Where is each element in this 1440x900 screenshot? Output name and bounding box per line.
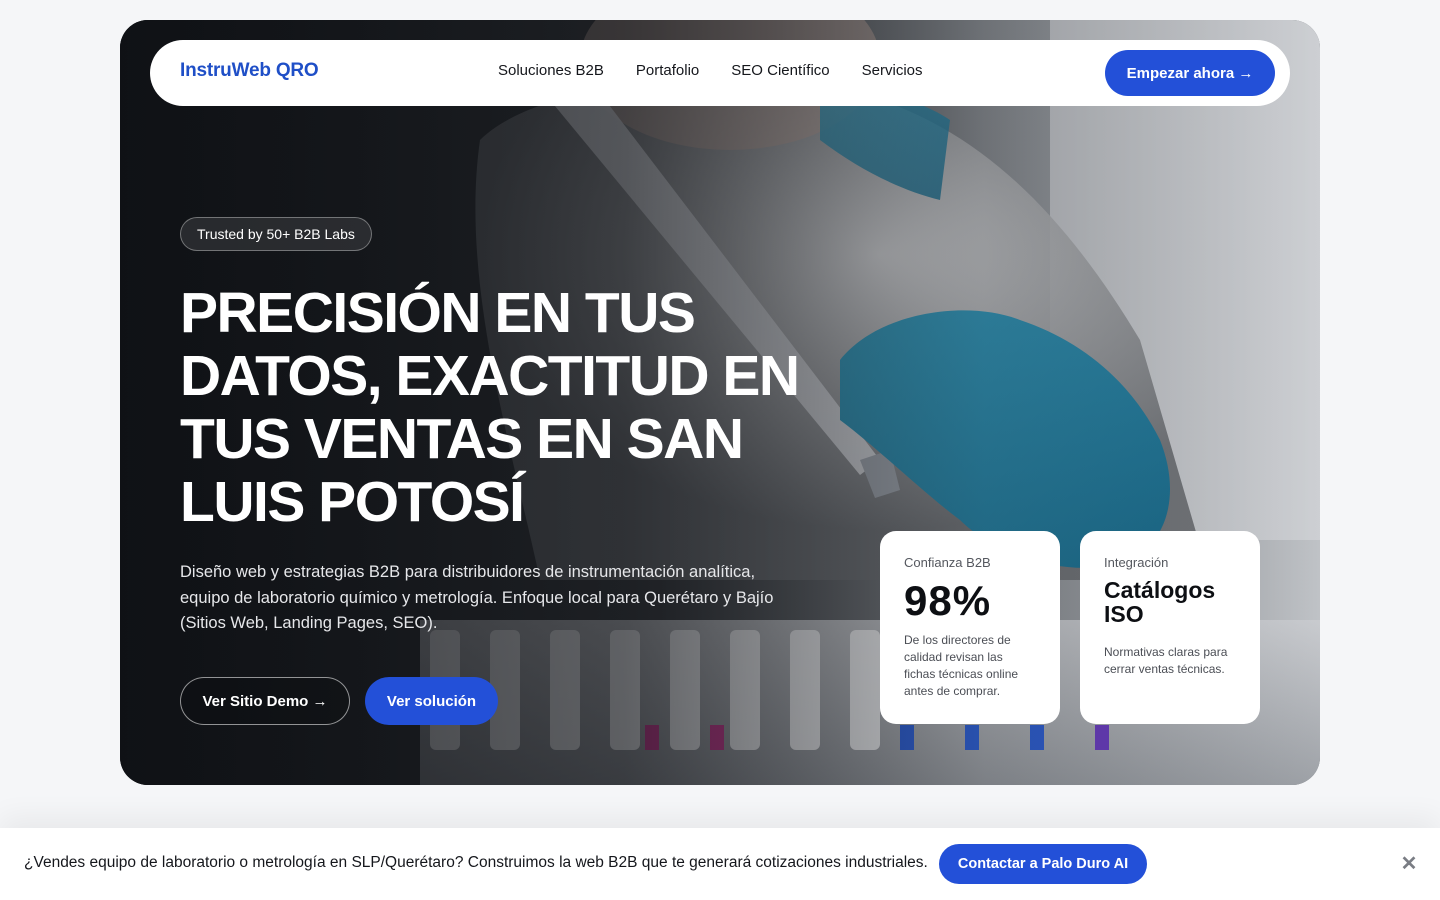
stat-card-integration: Integración Catálogos ISO Normativas cla… [1080, 531, 1260, 724]
nav-link-soluciones[interactable]: Soluciones B2B [498, 62, 604, 79]
hero-headline: PRECISIÓN EN TUS DATOS, EXACTITUD EN TUS… [180, 281, 800, 534]
navbar: InstruWeb QRO Soluciones B2B Portafolio … [150, 40, 1290, 106]
stat-value: 98% [904, 577, 992, 624]
stat-description: Normativas claras para cerrar ventas téc… [1104, 645, 1228, 676]
hero-subtext: Diseño web y estrategias B2B para distri… [180, 563, 774, 632]
start-now-button[interactable]: Empezar ahora → [1105, 50, 1275, 96]
stat-value: Catálogos ISO [1104, 577, 1216, 627]
view-demo-button[interactable]: Ver Sitio Demo → [180, 677, 350, 725]
hero-section: InstruWeb QRO Soluciones B2B Portafolio … [120, 20, 1320, 785]
bottom-banner: ¿Vendes equipo de laboratorio o metrolog… [0, 828, 1440, 900]
stat-card-confidence: Confianza B2B 98% De los directores de c… [880, 531, 1060, 724]
banner-text: ¿Vendes equipo de laboratorio o metrolog… [24, 854, 928, 871]
nav-link-portafolio[interactable]: Portafolio [636, 62, 699, 79]
stat-label: Integración [1104, 555, 1169, 570]
nav-link-servicios[interactable]: Servicios [862, 62, 923, 79]
view-solution-button[interactable]: Ver solución [365, 677, 498, 725]
stat-label: Confianza B2B [904, 555, 991, 570]
contact-button[interactable]: Contactar a Palo Duro AI [939, 844, 1147, 884]
nav-links: Soluciones B2B Portafolio SEO Científico… [498, 62, 923, 79]
trusted-badge: Trusted by 50+ B2B Labs [180, 217, 372, 251]
stat-description: De los directores de calidad revisan las… [904, 633, 1019, 698]
brand-logo[interactable]: InstruWeb QRO [180, 60, 319, 82]
close-icon[interactable]: ✕ [1398, 851, 1420, 875]
nav-link-seo[interactable]: SEO Científico [731, 62, 829, 79]
